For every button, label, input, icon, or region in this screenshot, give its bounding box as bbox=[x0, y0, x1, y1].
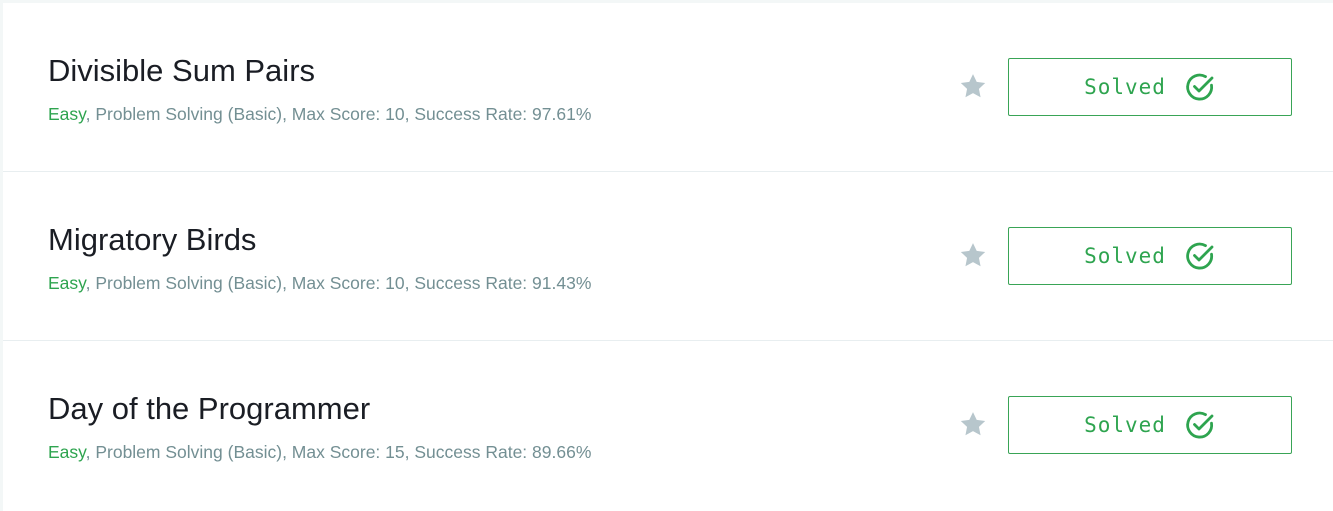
solved-button[interactable]: Solved bbox=[1008, 396, 1292, 454]
difficulty-label: Easy bbox=[48, 273, 86, 293]
check-circle-icon bbox=[1186, 242, 1214, 270]
challenge-card[interactable]: Day of the Programmer Easy, Problem Solv… bbox=[3, 341, 1333, 511]
check-circle-icon bbox=[1186, 411, 1214, 439]
challenge-card[interactable]: Divisible Sum Pairs Easy, Problem Solvin… bbox=[3, 3, 1333, 172]
star-icon[interactable] bbox=[958, 71, 988, 101]
solved-label: Solved bbox=[1084, 244, 1166, 268]
solved-label: Solved bbox=[1084, 413, 1166, 437]
star-icon[interactable] bbox=[958, 240, 988, 270]
challenge-meta: Easy, Problem Solving (Basic), Max Score… bbox=[48, 273, 591, 294]
challenge-title[interactable]: Migratory Birds bbox=[48, 222, 256, 258]
challenge-title[interactable]: Day of the Programmer bbox=[48, 391, 370, 427]
challenge-meta: Easy, Problem Solving (Basic), Max Score… bbox=[48, 104, 591, 125]
challenge-details: , Problem Solving (Basic), Max Score: 10… bbox=[85, 104, 592, 124]
challenge-details: , Problem Solving (Basic), Max Score: 10… bbox=[85, 273, 592, 293]
challenge-title[interactable]: Divisible Sum Pairs bbox=[48, 53, 315, 89]
check-circle-icon bbox=[1186, 73, 1214, 101]
challenge-details: , Problem Solving (Basic), Max Score: 15… bbox=[85, 442, 592, 462]
challenge-card[interactable]: Migratory Birds Easy, Problem Solving (B… bbox=[3, 172, 1333, 341]
solved-label: Solved bbox=[1084, 75, 1166, 99]
difficulty-label: Easy bbox=[48, 104, 86, 124]
solved-button[interactable]: Solved bbox=[1008, 227, 1292, 285]
star-icon[interactable] bbox=[958, 409, 988, 439]
solved-button[interactable]: Solved bbox=[1008, 58, 1292, 116]
difficulty-label: Easy bbox=[48, 442, 86, 462]
challenge-meta: Easy, Problem Solving (Basic), Max Score… bbox=[48, 442, 591, 463]
challenge-list: Divisible Sum Pairs Easy, Problem Solvin… bbox=[3, 3, 1333, 511]
